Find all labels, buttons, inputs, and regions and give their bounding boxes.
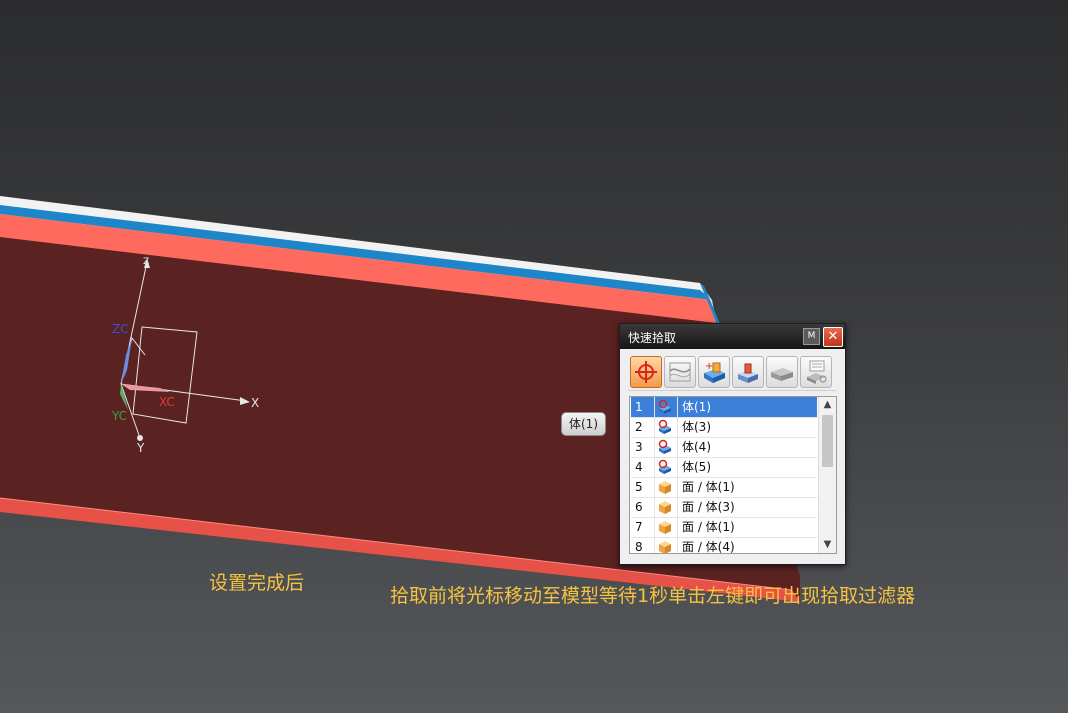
- sheet-body-icon: [771, 368, 793, 381]
- body-add-icon: +: [704, 361, 725, 383]
- row-label: 体(3): [682, 420, 711, 434]
- svg-text:+: +: [705, 361, 713, 372]
- row-number: 6: [635, 500, 643, 514]
- row-number: 5: [635, 480, 643, 494]
- row-number: 3: [635, 440, 643, 454]
- toolbar-separator: [628, 390, 836, 391]
- face-icon: [659, 481, 671, 494]
- quick-pick-dialog: 快速拾取 M ✕ + 1 体(1) 2 体(3) 3 体(4) 4 体(5) 5…: [619, 323, 846, 565]
- filter-body-button[interactable]: +: [698, 356, 730, 388]
- body-icon: [657, 399, 673, 415]
- row-label: 面 / 体(1): [682, 480, 735, 494]
- row-number: 8: [635, 540, 643, 554]
- filter-curve-button[interactable]: [664, 356, 696, 388]
- filter-feature-button[interactable]: [800, 356, 832, 388]
- row-number: 4: [635, 460, 643, 474]
- selection-tooltip: 体(1): [561, 412, 606, 436]
- row-number: 7: [635, 520, 643, 534]
- close-button[interactable]: ✕: [823, 327, 843, 347]
- face-icon: [659, 521, 671, 534]
- axis-y-end-label: Y: [136, 441, 145, 455]
- pin-icon[interactable]: M: [803, 328, 820, 345]
- filter-toolbar: +: [628, 356, 836, 388]
- caption-left: 设置完成后: [209, 572, 305, 594]
- dialog-title-bar[interactable]: 快速拾取 M ✕: [620, 324, 845, 349]
- list-item[interactable]: 6 面 / 体(3): [631, 497, 817, 518]
- list-item[interactable]: 3 体(4): [631, 437, 817, 458]
- scroll-up-icon[interactable]: ▲: [819, 397, 836, 413]
- filter-solid-button[interactable]: [732, 356, 764, 388]
- list-scrollbar[interactable]: ▲ ▼: [818, 397, 836, 553]
- caption-right: 拾取前将光标移动至模型等待1秒单击左键即可出现拾取过滤器: [390, 585, 916, 607]
- crosshair-all-icon: [635, 361, 657, 383]
- row-label: 面 / 体(3): [682, 500, 735, 514]
- curve-icon: [669, 362, 691, 382]
- face-icon: [659, 541, 671, 553]
- face-feature-icon: [807, 360, 827, 384]
- axis-xc-label: XC: [159, 395, 175, 409]
- axis-x-end-label: X: [251, 396, 259, 410]
- axis-yc-label: YC: [111, 409, 127, 423]
- row-label: 面 / 体(1): [682, 520, 735, 534]
- row-number: 2: [635, 420, 643, 434]
- list-item[interactable]: 4 体(5): [631, 457, 817, 478]
- list-item[interactable]: 7 面 / 体(1): [631, 517, 817, 538]
- row-label: 面 / 体(4): [682, 540, 735, 554]
- list-item[interactable]: 8 面 / 体(4): [631, 537, 817, 554]
- filter-all-button[interactable]: [630, 356, 662, 388]
- axis-zc-label: ZC: [112, 322, 129, 336]
- filter-sheet-button[interactable]: [766, 356, 798, 388]
- list-item[interactable]: 1 体(1): [631, 397, 817, 418]
- body-icon: [658, 419, 671, 434]
- scroll-down-icon[interactable]: ▼: [819, 537, 836, 553]
- scroll-thumb[interactable]: [822, 415, 833, 467]
- dialog-title: 快速拾取: [628, 331, 677, 345]
- list-item[interactable]: 2 体(3): [631, 417, 817, 438]
- body-icon: [658, 459, 671, 474]
- solid-icon: [738, 363, 758, 383]
- row-label: 体(4): [682, 440, 711, 454]
- row-label: 体(1): [682, 400, 711, 414]
- list-item[interactable]: 5 面 / 体(1): [631, 477, 817, 498]
- axis-z-end-label: Z: [143, 257, 149, 267]
- row-number: 1: [635, 400, 643, 414]
- pick-list[interactable]: 1 体(1) 2 体(3) 3 体(4) 4 体(5) 5 面 / 体(1) 6…: [629, 396, 837, 554]
- body-icon: [658, 439, 671, 454]
- face-icon: [659, 501, 671, 514]
- row-label: 体(5): [682, 460, 711, 474]
